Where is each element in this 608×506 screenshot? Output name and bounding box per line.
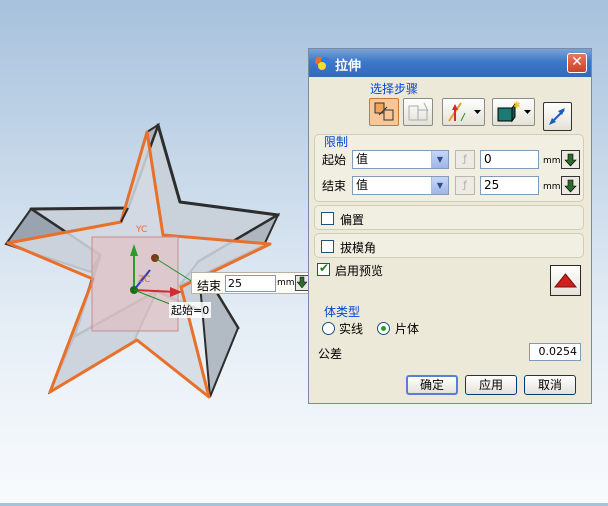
radio-selected-dot [381,326,386,331]
draft-group: 拔模角 [314,233,584,258]
body-type-icon: ✱ [497,101,531,123]
direction-step-button[interactable] [403,98,433,126]
end-floating-unit: mm [277,278,295,288]
tolerance-input[interactable]: 0.0254 [529,343,581,361]
triangle-up-icon [553,273,578,288]
offset-group: 偏置 [314,205,584,230]
sheet-radio[interactable] [377,322,390,335]
body-type-title: 体类型 [324,305,361,319]
end-formula-button[interactable]: ƒ [455,176,475,195]
yc-axis-label: YC [136,225,148,235]
section-select-icon [374,102,394,121]
preview-checkbox[interactable]: ✔ [317,261,330,276]
formula-icon: ƒ [463,180,467,191]
end-floating-menu-button[interactable] [295,275,309,291]
end-value-input[interactable]: 25 [480,176,539,195]
arrow-down-icon [564,153,577,167]
direction-disabled-icon [408,102,429,121]
end-menu-button[interactable] [561,176,580,195]
start-distance-label: 起始=0 [169,302,212,318]
start-formula-button[interactable]: ƒ [455,150,475,169]
start-unit: mm [543,156,561,166]
body-type-dropdown[interactable]: ✱ [492,98,535,126]
sheet-label: 片体 [395,322,420,336]
check-icon: ✔ [319,261,330,275]
end-unit: mm [543,182,561,192]
start-menu-button[interactable] [561,150,580,169]
apply-button[interactable]: 应用 [465,375,517,395]
section-step-button[interactable] [369,98,399,126]
show-result-button[interactable] [550,265,581,296]
solid-radio[interactable] [322,322,335,335]
offset-label: 偏置 [340,213,365,227]
limits-group: 限制 起始 值 ▼ ƒ 0 mm 结束 值 ▼ ƒ 25 mm [314,134,584,202]
limits-title: 限制 [324,135,349,149]
dialog-titlebar[interactable]: 拉伸 ✕ [309,49,591,77]
end-floating-value[interactable]: 25 [225,275,276,292]
cancel-button[interactable]: 取消 [524,375,576,395]
svg-text:✱: ✱ [513,101,521,111]
start-label: 起始 [322,153,347,167]
end-distance-floating-input: 结束 25 mm [191,272,309,294]
end-label: 结束 [322,179,347,193]
selection-steps-title: 选择步骤 [370,82,419,96]
dialog-title: 拉伸 [335,59,362,74]
reverse-direction-icon [549,108,565,125]
end-option-value: 值 [356,178,369,192]
end-floating-label: 结束 [197,279,222,293]
draft-label: 拔模角 [340,241,377,255]
vector-icon [448,102,481,122]
body-type-group: 体类型 实线 片体 [314,303,584,339]
arrow-down-icon [296,276,308,289]
preview-label: 启用预览 [335,264,384,278]
tolerance-label: 公差 [318,347,343,361]
vector-method-dropdown[interactable] [442,98,485,126]
chevron-down-icon: ▼ [431,177,448,194]
zc-axis-label: ZC [138,275,151,285]
start-option-value: 值 [356,152,369,166]
ok-button[interactable]: 确定 [406,375,458,395]
reverse-direction-button[interactable] [543,102,572,131]
start-option-select[interactable]: 值 ▼ [352,150,449,169]
selection-steps-group: 选择步骤 ✱ [314,82,584,134]
start-value-input[interactable]: 0 [480,150,539,169]
extrude-dialog: 拉伸 ✕ 选择步骤 ✱ 限制 起始 值 ▼ ƒ 0 mm 结束 值 ▼ ƒ 25… [308,48,592,404]
arrow-down-icon [564,179,577,193]
chevron-down-icon: ▼ [431,151,448,168]
solid-label: 实线 [339,322,364,336]
draft-checkbox[interactable] [321,240,334,253]
offset-checkbox[interactable] [321,212,334,225]
close-button[interactable]: ✕ [567,53,587,73]
end-option-select[interactable]: 值 ▼ [352,176,449,195]
app-logo-icon [315,57,329,70]
formula-icon: ƒ [463,154,467,165]
